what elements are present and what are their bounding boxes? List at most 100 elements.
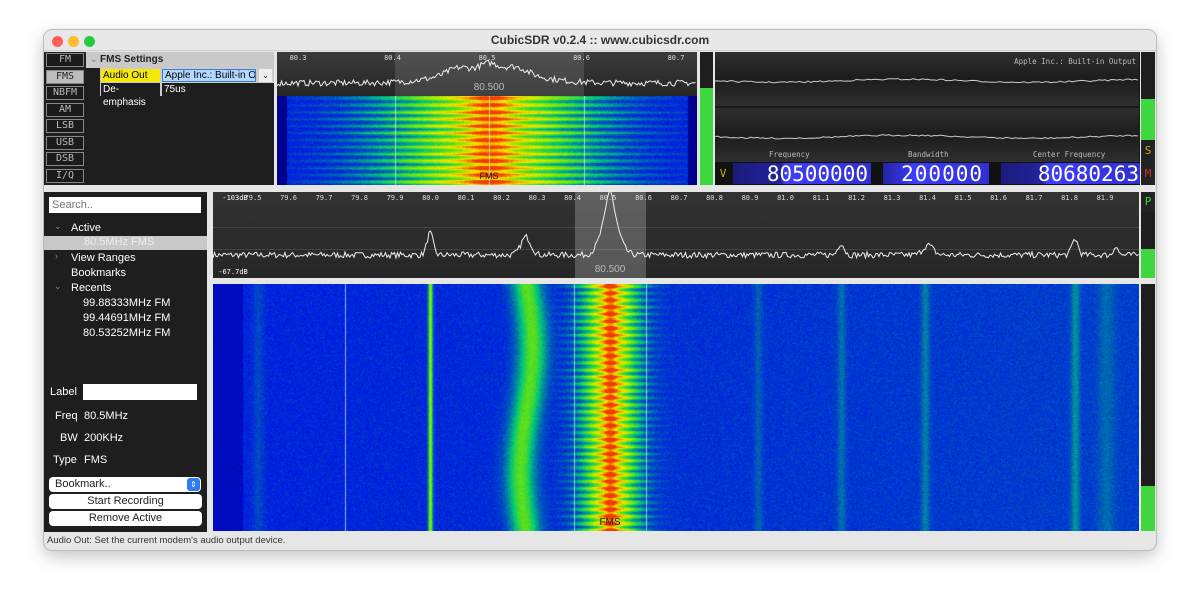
scope-trace-right bbox=[715, 134, 1139, 140]
main-spectrum[interactable]: -103dB -67.7dB 80.500 79.5 79.6 79.7 79.8 79… bbox=[213, 192, 1139, 278]
frequency-tick-label: 80.2 bbox=[493, 194, 510, 202]
frequency-tick-label: 80.4 bbox=[564, 194, 581, 202]
frequency-tick-label: 80.9 bbox=[741, 194, 759, 202]
scope-trace-left bbox=[715, 78, 1139, 84]
main-waterfall[interactable] bbox=[213, 284, 1139, 531]
tree-recents[interactable]: Recents bbox=[71, 282, 111, 294]
peak-meter[interactable]: P bbox=[1141, 192, 1155, 278]
frequency-tick-label: 80.3 bbox=[528, 194, 546, 202]
frequency-tick-label: 81.8 bbox=[1061, 194, 1078, 202]
audio-scope: Apple Inc.: Built-in Output Frequency Ba… bbox=[715, 52, 1140, 162]
freq-label: Freq bbox=[55, 410, 78, 422]
frequency-tick-label: 81.0 bbox=[777, 194, 794, 202]
frequency-tick-label: 80.6 bbox=[635, 194, 652, 202]
mode-button-lsb[interactable]: LSB bbox=[46, 119, 84, 133]
mode-button-dsb[interactable]: DSB bbox=[46, 152, 84, 166]
gain-meter[interactable] bbox=[700, 52, 713, 185]
frequency-tick-label: 80.5 bbox=[478, 54, 496, 62]
solo-button[interactable]: S bbox=[1141, 140, 1155, 162]
mode-selector: FM FMS NBFM AM LSB USB DSB I/Q bbox=[44, 52, 86, 185]
label-input[interactable] bbox=[83, 384, 197, 400]
frequency-tick-label: 80.7 bbox=[667, 54, 685, 62]
deemphasis-value[interactable]: 75us bbox=[162, 83, 274, 96]
frequency-tick-label: 81.2 bbox=[848, 194, 865, 202]
demod-spectrum[interactable]: 80.500 80.3 80.4 80.5 80.6 80.7 bbox=[277, 52, 697, 96]
window-title: CubicSDR v0.2.4 :: www.cubicsdr.com bbox=[490, 33, 710, 47]
frequency-tick-label: 79.7 bbox=[315, 194, 333, 202]
label-label: Label bbox=[50, 386, 77, 398]
frequency-tick-label: 81.5 bbox=[954, 194, 972, 202]
app-window: CubicSDR v0.2.4 :: www.cubicsdr.com FM FM… bbox=[44, 30, 1156, 550]
volume-lock-button[interactable]: V bbox=[715, 162, 731, 185]
recent-item[interactable]: 80.53252MHz FM bbox=[83, 327, 170, 339]
center-frequency-label: Center Frequency bbox=[1033, 150, 1106, 159]
deemphasis-label: De-emphasis bbox=[101, 83, 160, 108]
type-value: FMS bbox=[84, 454, 108, 466]
close-button[interactable] bbox=[52, 36, 63, 47]
status-bar: Audio Out: Set the current modem's audio… bbox=[47, 535, 286, 546]
frequency-tick-label: 80.8 bbox=[706, 194, 723, 202]
chevron-down-icon[interactable]: ⌄ bbox=[259, 69, 272, 82]
peak-hold-button[interactable]: P bbox=[1141, 192, 1155, 212]
frequency-tick-label: 81.6 bbox=[990, 194, 1007, 202]
bw-label: BW bbox=[60, 432, 78, 444]
mode-button-am[interactable]: AM bbox=[46, 102, 84, 117]
frequency-tick-label: 80.0 bbox=[422, 194, 439, 202]
frequency-tick-label: 80.3 bbox=[289, 54, 307, 62]
modem-settings-panel: ⌄ FMS Settings Audio Out Apple Inc.: Bui… bbox=[86, 52, 274, 185]
frequency-tick-label: 79.9 bbox=[386, 194, 404, 202]
bookmark-select[interactable]: Bookmark.. ⇕ bbox=[49, 477, 201, 492]
waterfall-speed-meter[interactable] bbox=[1141, 284, 1155, 531]
frequency-tick-label: 80.6 bbox=[573, 54, 590, 62]
bandwidth-label: Bandwidth bbox=[908, 150, 949, 159]
zoom-button[interactable] bbox=[84, 36, 95, 47]
volume-meter[interactable] bbox=[1141, 52, 1155, 140]
start-recording-button[interactable]: Start Recording bbox=[49, 494, 202, 509]
remove-active-button[interactable]: Remove Active bbox=[49, 511, 202, 526]
bw-value: 200KHz bbox=[84, 432, 124, 444]
db-bottom-label: -67.7dB bbox=[218, 268, 248, 276]
mode-button-fm[interactable]: FM bbox=[46, 53, 84, 67]
tree-view-ranges[interactable]: View Ranges bbox=[71, 252, 136, 264]
freq-value: 80.5MHz bbox=[84, 410, 129, 422]
search-input[interactable] bbox=[49, 197, 201, 213]
audio-out-select[interactable]: Apple Inc.: Built-in Output bbox=[162, 69, 256, 82]
mode-button-iq[interactable]: I/Q bbox=[46, 168, 84, 183]
tree-item-active-selected[interactable]: 80.5MHz FMS bbox=[44, 236, 207, 250]
expand-recents-icon[interactable]: ⌄ bbox=[54, 281, 62, 292]
main-waterfall-label: FMS bbox=[599, 517, 621, 528]
mode-button-nbfm[interactable]: NBFM bbox=[46, 86, 84, 100]
mode-button-usb[interactable]: USB bbox=[46, 135, 84, 150]
recent-item[interactable]: 99.44691MHz FM bbox=[83, 312, 170, 324]
audio-out-label: Audio Out bbox=[101, 69, 160, 82]
frequency-tick-label: 81.9 bbox=[1096, 194, 1114, 202]
select-arrows-icon: ⇕ bbox=[187, 478, 200, 491]
mute-button[interactable]: M bbox=[1141, 162, 1155, 185]
bookmark-panel: ⌄ Active 80.5MHz FMS › View Ranges Bookm… bbox=[44, 192, 207, 532]
title-bar: CubicSDR v0.2.4 :: www.cubicsdr.com bbox=[44, 30, 1156, 51]
frequency-tick-label: 80.7 bbox=[670, 194, 688, 202]
tree-bookmarks[interactable]: Bookmarks bbox=[71, 267, 126, 279]
scope-device-label: Apple Inc.: Built-in Output bbox=[1014, 57, 1136, 66]
recent-item[interactable]: 99.88333MHz FM bbox=[83, 297, 170, 309]
frequency-readout[interactable]: 80500000 bbox=[733, 163, 871, 185]
collapse-icon[interactable]: ⌄ bbox=[90, 54, 98, 65]
type-label: Type bbox=[53, 454, 77, 466]
tree-active[interactable]: Active bbox=[71, 222, 101, 234]
mode-button-fms[interactable]: FMS bbox=[46, 69, 84, 84]
frequency-tick-label: 79.8 bbox=[351, 194, 368, 202]
minimize-button[interactable] bbox=[68, 36, 79, 47]
main-center-label: 80.500 bbox=[594, 264, 626, 275]
frequency-tick-label: 80.1 bbox=[457, 194, 475, 202]
center-frequency-readout[interactable]: 80680263 bbox=[1001, 163, 1140, 185]
frequency-label: Frequency bbox=[769, 150, 810, 159]
frequency-tick-label: 81.7 bbox=[1025, 194, 1043, 202]
expand-view-ranges-icon[interactable]: › bbox=[55, 251, 58, 261]
bandwidth-readout[interactable]: 200000 bbox=[883, 163, 989, 185]
frequency-tick-label: 81.1 bbox=[812, 194, 830, 202]
frequency-tick-label: 80.4 bbox=[384, 54, 401, 62]
frequency-tick-label: 80.5 bbox=[599, 194, 617, 202]
expand-active-icon[interactable]: ⌄ bbox=[54, 221, 62, 232]
demod-center-label: 80.500 bbox=[473, 82, 505, 93]
frequency-tick-label: 81.3 bbox=[883, 194, 901, 202]
